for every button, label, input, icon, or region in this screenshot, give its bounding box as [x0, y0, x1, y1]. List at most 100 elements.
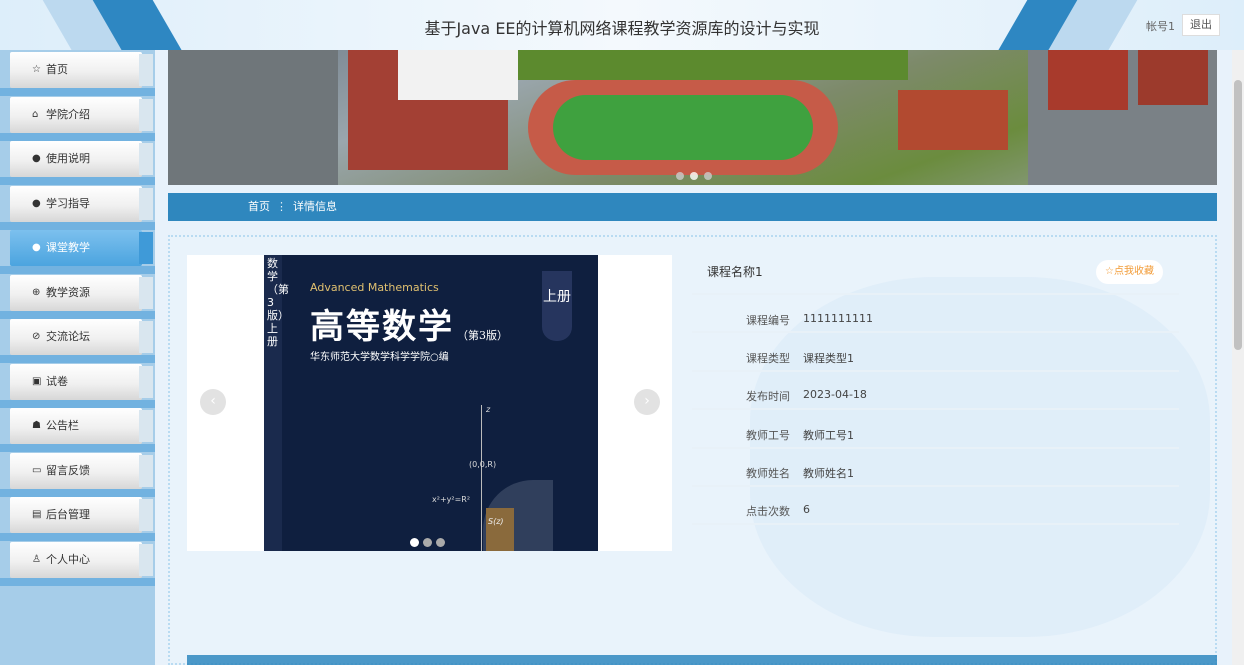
sidebar-item-admin[interactable]: ▤ 后台管理 [10, 497, 153, 533]
book-spine-text: 数学（第3版）上册 [267, 257, 289, 348]
detail-value-course-type: 课程类型1 [803, 352, 854, 365]
banner-building-far-right [1138, 50, 1208, 105]
detail-label: 课程类型 [746, 352, 790, 365]
banner-dot-active[interactable] [690, 172, 698, 180]
sidebar-item-college-intro[interactable]: ⌂ 学院介绍 [10, 97, 153, 133]
gallery-prev-button[interactable]: ‹ [200, 389, 226, 415]
detail-divider [692, 523, 1179, 525]
sidebar-separator [0, 266, 155, 274]
breadcrumb: 首页 ⋮ 详情信息 [168, 193, 1217, 221]
banner-dot[interactable] [676, 172, 684, 180]
sidebar-item-forum[interactable]: ⊘ 交流论坛 [10, 319, 153, 355]
chat-icon: ⊘ [32, 331, 41, 342]
banner-building-roof [398, 50, 518, 100]
sidebar-separator [0, 177, 155, 185]
logout-button[interactable]: 退出 [1182, 14, 1220, 36]
user-icon: ♙ [32, 554, 41, 565]
gallery-dot-active[interactable] [410, 538, 419, 547]
gallery-pagination [410, 532, 449, 551]
book-edition: （第3版） [457, 329, 508, 342]
sidebar-separator [0, 533, 155, 541]
sidebar-item-notice[interactable]: ☗ 公告栏 [10, 408, 153, 444]
sidebar-item-tab [139, 499, 153, 531]
detail-divider [692, 408, 1179, 410]
star-icon: ☆ [32, 64, 41, 75]
sidebar-separator [0, 355, 155, 363]
book-english-title: Advanced Mathematics [310, 281, 439, 294]
sidebar-separator [0, 578, 155, 586]
gallery-next-button[interactable]: › [634, 389, 660, 415]
sidebar-item-home[interactable]: ☆ 首页 [10, 52, 153, 88]
sidebar-separator [0, 489, 155, 497]
globe-icon: ⊕ [32, 287, 41, 298]
message-icon: ▭ [32, 465, 42, 476]
detail-divider [692, 331, 1179, 333]
sidebar-separator [0, 311, 155, 319]
sidebar-separator [0, 222, 155, 230]
breadcrumb-current: 详情信息 [293, 200, 337, 213]
sidebar-item-tab [139, 54, 153, 86]
account-name[interactable]: 帐号1 [1146, 18, 1175, 34]
banner-pagination [673, 165, 715, 184]
help-icon: ● [32, 198, 41, 209]
book-label-equation: x²+y²=R² [432, 495, 471, 504]
header: 基于Java EE的计算机网络课程教学资源库的设计与实现 帐号1 退出 [0, 0, 1244, 50]
sidebar-item-tab [139, 455, 153, 487]
info-icon: ● [32, 153, 41, 164]
detail-value-teacher-id: 教师工号1 [803, 429, 854, 442]
scrollbar-thumb[interactable] [1234, 80, 1242, 350]
sidebar-item-tab [139, 232, 153, 264]
printer-icon: ☗ [32, 420, 41, 431]
detail-divider [692, 293, 1179, 295]
image-gallery: 数学（第3版）上册 Advanced Mathematics 高等数学 （第3版… [187, 255, 672, 551]
sidebar-item-tab [139, 366, 153, 398]
detail-label: 点击次数 [746, 505, 790, 518]
book-axis [481, 405, 482, 551]
sidebar-item-resources[interactable]: ⊕ 教学资源 [10, 275, 153, 311]
book-publisher: 华东师范大学数学科学学院○编 [310, 352, 449, 363]
book-volume: 上册 [542, 271, 572, 341]
detail-value-publish-date: 2023-04-18 [803, 388, 867, 401]
bottom-tab-bar [187, 655, 1217, 665]
sidebar-item-study-guide[interactable]: ● 学习指导 [10, 186, 153, 222]
info-icon: ● [32, 242, 41, 253]
breadcrumb-separator: ⋮ [276, 200, 287, 213]
book-label-z: z [486, 405, 491, 414]
sidebar-item-instructions[interactable]: ● 使用说明 [10, 141, 153, 177]
sidebar-item-classroom[interactable]: ● 课堂教学 [10, 230, 153, 266]
admin-icon: ▤ [32, 509, 42, 520]
detail-divider [692, 485, 1179, 487]
page-scrollbar[interactable] [1232, 50, 1244, 665]
book-label-origin: (0,0,R) [469, 460, 497, 469]
detail-label: 教师姓名 [746, 467, 790, 480]
sidebar-separator [0, 88, 155, 96]
course-name: 课程名称1 [707, 265, 763, 279]
detail-divider [692, 447, 1179, 449]
sidebar-item-tab [139, 544, 153, 576]
gallery-dot[interactable] [423, 538, 432, 547]
sidebar-item-feedback[interactable]: ▭ 留言反馈 [10, 453, 153, 489]
favorite-button[interactable]: ☆点我收藏 [1096, 260, 1163, 284]
breadcrumb-home[interactable]: 首页 [248, 200, 270, 213]
detail-value-course-id: 1111111111 [803, 312, 873, 325]
banner-football-field [553, 95, 813, 160]
detail-label: 发布时间 [746, 390, 790, 403]
page-title: 基于Java EE的计算机网络课程教学资源库的设计与实现 [424, 19, 820, 38]
banner-building-right [1048, 50, 1128, 110]
sidebar-item-tab [139, 99, 153, 131]
sidebar-separator [0, 400, 155, 408]
banner-dot[interactable] [704, 172, 712, 180]
sidebar-item-exam[interactable]: ▣ 试卷 [10, 364, 153, 400]
book-cover-image: 数学（第3版）上册 Advanced Mathematics 高等数学 （第3版… [264, 255, 598, 551]
book-chinese-title: 高等数学 [310, 307, 454, 347]
house-icon: ⌂ [32, 109, 39, 120]
sidebar-separator [0, 444, 155, 452]
gallery-dot[interactable] [436, 538, 445, 547]
sidebar-item-tab [139, 277, 153, 309]
campus-banner[interactable] [168, 50, 1217, 185]
sidebar-item-profile[interactable]: ♙ 个人中心 [10, 542, 153, 578]
camera-icon: ▣ [32, 376, 42, 387]
detail-label: 课程编号 [746, 314, 790, 327]
banner-road-left [168, 50, 338, 185]
sidebar-separator [0, 133, 155, 141]
